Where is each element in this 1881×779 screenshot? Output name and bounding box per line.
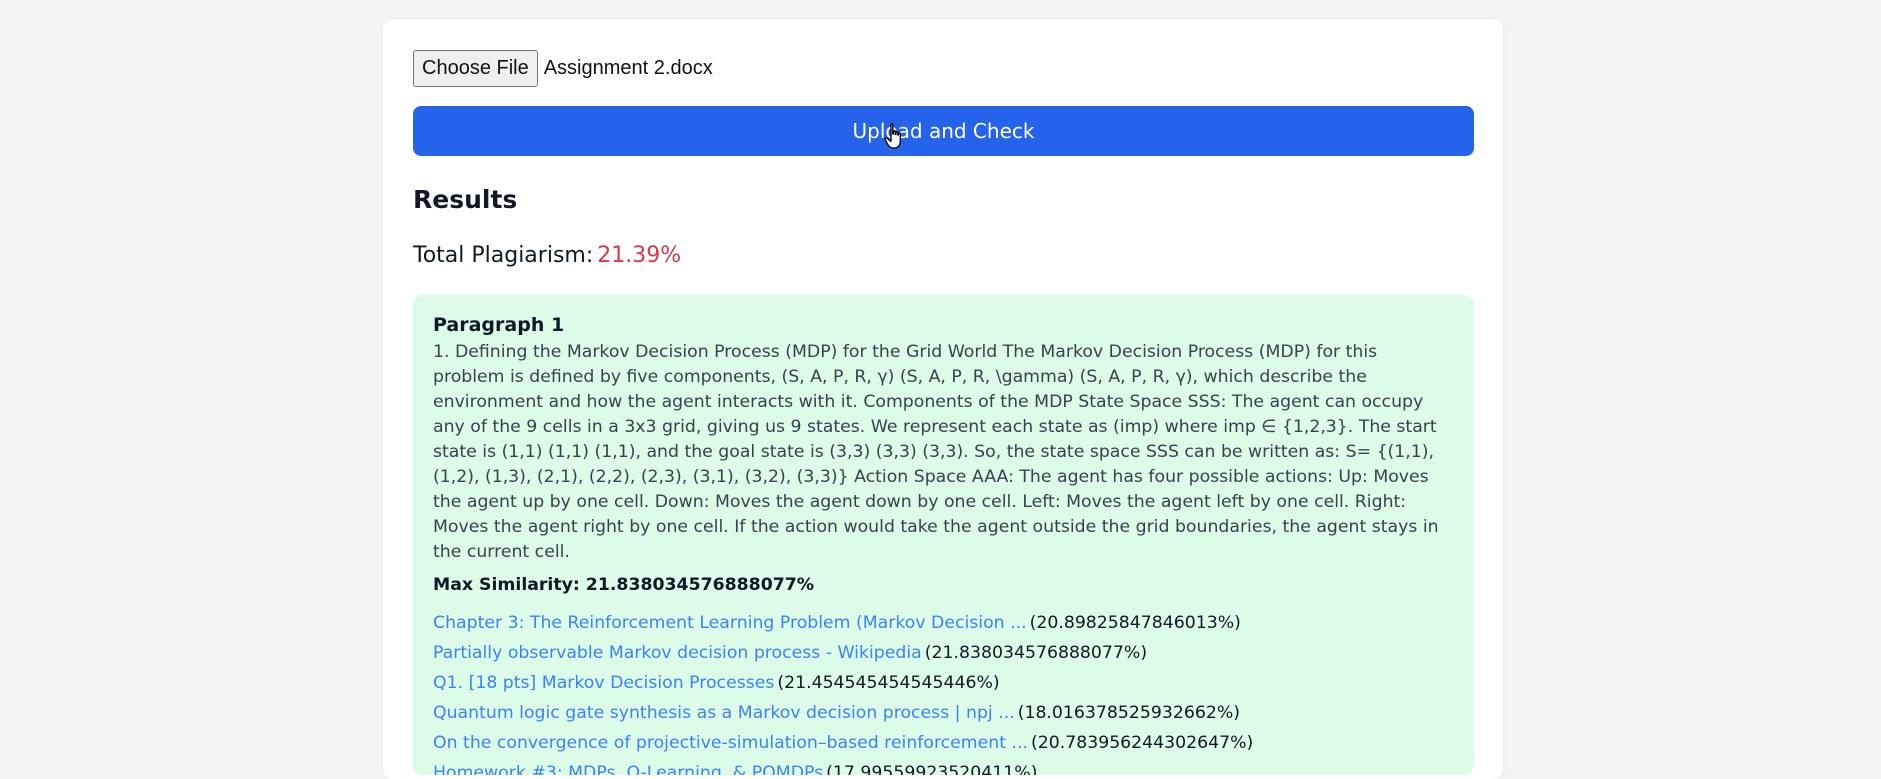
max-similarity: Max Similarity: 21.838034576888077% bbox=[433, 574, 815, 595]
source-item: On the convergence of projective-simulat… bbox=[433, 728, 1454, 758]
source-similarity: (21.838034576888077%) bbox=[924, 642, 1148, 663]
selected-file-name: Assignment 2.docx bbox=[543, 57, 713, 79]
source-link[interactable]: Homework #3: MDPs, Q-Learning, & POMDPs bbox=[433, 763, 823, 775]
source-list: Chapter 3: The Reinforcement Learning Pr… bbox=[433, 608, 1454, 775]
source-link[interactable]: On the convergence of projective-simulat… bbox=[433, 733, 1028, 753]
checker-card: Choose File Assignment 2.docx Upload and… bbox=[383, 19, 1503, 779]
results-heading: Results bbox=[413, 185, 518, 214]
total-plagiarism-label: Total Plagiarism: bbox=[413, 243, 594, 268]
paragraph-title: Paragraph 1 bbox=[433, 314, 565, 336]
source-link[interactable]: Q1. [18 pts] Markov Decision Processes bbox=[433, 673, 774, 693]
choose-file-button[interactable]: Choose File bbox=[413, 50, 538, 87]
source-item: Partially observable Markov decision pro… bbox=[433, 638, 1454, 668]
paragraph-text: 1. Defining the Markov Decision Process … bbox=[433, 341, 1439, 562]
total-plagiarism-value: 21.39% bbox=[597, 243, 682, 268]
source-item: Quantum logic gate synthesis as a Markov… bbox=[433, 698, 1454, 728]
source-similarity: (18.016378525932662%) bbox=[1017, 702, 1241, 723]
source-similarity: (20.783956244302647%) bbox=[1030, 732, 1254, 753]
source-link[interactable]: Quantum logic gate synthesis as a Markov… bbox=[433, 703, 1015, 723]
source-item: Homework #3: MDPs, Q-Learning, & POMDPs(… bbox=[433, 758, 1454, 775]
source-item: Chapter 3: The Reinforcement Learning Pr… bbox=[433, 608, 1454, 638]
upload-and-check-button[interactable]: Upload and Check bbox=[413, 106, 1474, 156]
source-similarity: (20.89825847846013%) bbox=[1029, 612, 1241, 633]
source-item: Q1. [18 pts] Markov Decision Processes (2… bbox=[433, 668, 1454, 698]
file-input-row: Choose File Assignment 2.docx bbox=[413, 50, 713, 87]
source-similarity: (21.454545454545446%) bbox=[777, 672, 1000, 693]
total-plagiarism: Total Plagiarism: 21.39% bbox=[413, 245, 681, 267]
source-link[interactable]: Chapter 3: The Reinforcement Learning Pr… bbox=[433, 613, 1027, 633]
paragraph-result-card: Paragraph 1 1. Defining the Markov Decis… bbox=[413, 295, 1474, 775]
source-similarity: (17.99559923520411%) bbox=[826, 762, 1038, 775]
source-link[interactable]: Partially observable Markov decision pro… bbox=[433, 643, 922, 663]
